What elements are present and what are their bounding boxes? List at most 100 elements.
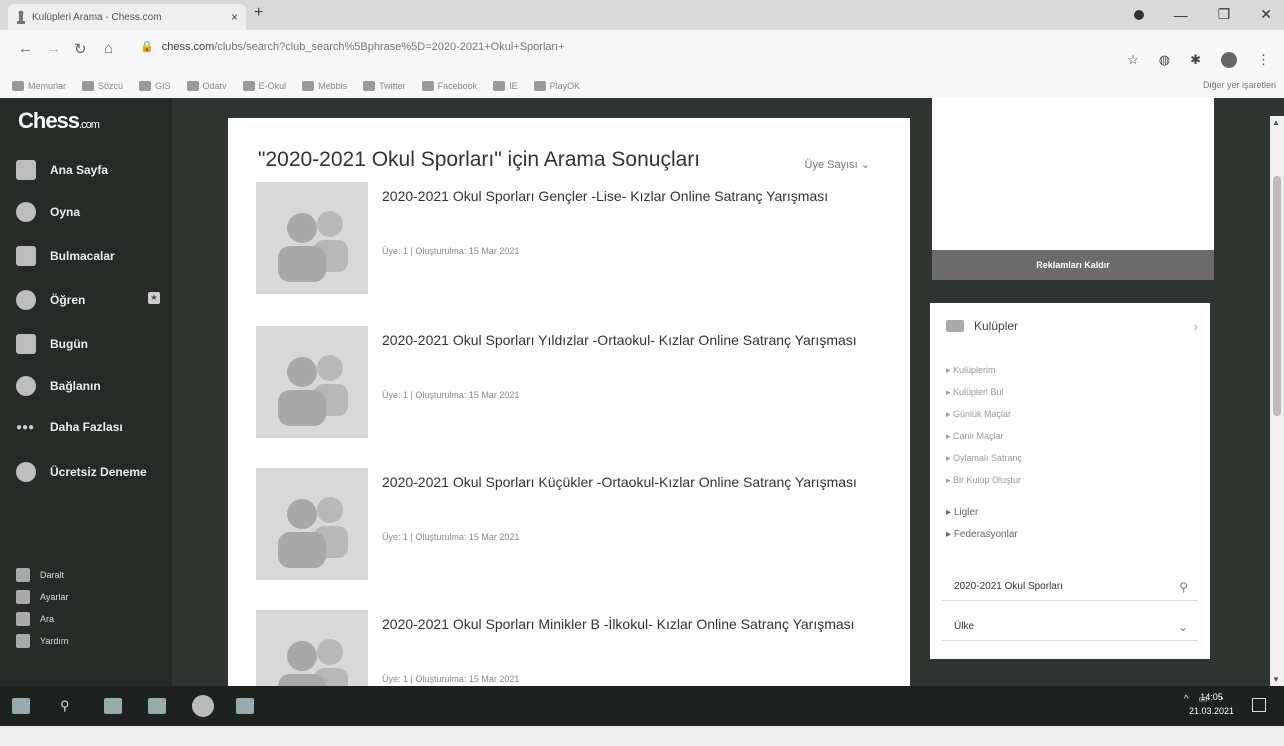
sidebar-item-learn[interactable]: Öğren <box>16 290 85 310</box>
close-window-icon[interactable]: ✕ <box>1260 6 1272 23</box>
bookmark-item[interactable]: Memurlar <box>12 81 66 91</box>
facebook-icon <box>421 81 434 91</box>
word-icon[interactable] <box>236 698 254 714</box>
page-scrollbar[interactable]: ▲ ▼ <box>1270 116 1284 686</box>
puzzle-icon[interactable]: ✱ <box>1190 52 1201 68</box>
sidebar-item-play[interactable]: Oyna <box>16 202 80 222</box>
windows-taskbar: ⚲ ^ ▭ ◔ 14:05 21.03.2021 <box>0 686 1284 726</box>
bookmark-icon <box>242 81 255 91</box>
settings-button[interactable]: Ayarlar <box>16 590 68 604</box>
search-icon[interactable]: ⚲ <box>60 698 78 714</box>
sidebar-item-more[interactable]: ●●● Daha Fazlası <box>16 420 123 434</box>
clubs-link[interactable]: ▸ Oylamalı Satranç <box>946 453 1022 464</box>
bookmark-icon <box>493 81 506 91</box>
sidebar-item-free-trial[interactable]: Ücretsiz Deneme <box>16 462 147 482</box>
bookmark-item[interactable]: Mebbis <box>302 81 347 91</box>
clubs-link[interactable]: ▸ Kulüpleri Bul <box>946 387 1004 398</box>
clubs-link[interactable]: ▸ Canlı Maçlar <box>946 431 1004 442</box>
task-view-icon[interactable] <box>104 698 122 714</box>
users-icon <box>946 320 964 332</box>
play-icon <box>16 202 36 222</box>
bookmark-item[interactable]: Sözcü <box>82 81 123 91</box>
page-title: "2020-2021 Okul Sporları" için Arama Son… <box>258 148 701 171</box>
chevron-up-icon[interactable]: ^ <box>1184 694 1189 705</box>
other-bookmarks[interactable]: Diğer yer işaretleri <box>1203 80 1276 90</box>
address-bar[interactable]: 🔒 chess.com/clubs/search?club_search%5Bp… <box>140 40 565 54</box>
club-title-link[interactable]: 2020-2021 Okul Sporları Yıldızlar -Ortao… <box>382 330 862 350</box>
help-button[interactable]: Yardım <box>16 634 68 648</box>
star-icon[interactable]: ☆ <box>1127 52 1139 68</box>
club-result[interactable]: 2020-2021 Okul Sporları Küçükler -Ortaok… <box>256 468 876 584</box>
sidebar-item-home[interactable]: Ana Sayfa <box>16 160 108 180</box>
restore-icon[interactable]: ❐ <box>1218 6 1231 23</box>
new-tab-button[interactable]: + <box>254 4 263 22</box>
web-page: Chess.com Ana Sayfa Oyna Bulmacalar Öğre… <box>0 98 1284 722</box>
bookmark-item[interactable]: E-Okul <box>242 81 286 91</box>
scroll-up-icon[interactable]: ▲ <box>1272 118 1280 127</box>
club-search-input[interactable]: 2020-2021 Okul Sporları ⚲ <box>942 573 1198 601</box>
club-title-link[interactable]: 2020-2021 Okul Sporları Küçükler -Ortaok… <box>382 472 862 492</box>
windows-start-icon[interactable] <box>12 698 30 714</box>
sidebar-item-connect[interactable]: Bağlanın <box>16 376 101 396</box>
clubs-link[interactable]: ▸ Günlük Maçlar <box>946 409 1011 420</box>
clubs-link[interactable]: ▸ Kulüplerim <box>946 365 996 376</box>
sort-dropdown[interactable]: Üye Sayısı ⌄ <box>805 158 870 171</box>
sidebar-item-puzzles[interactable]: Bulmacalar <box>16 246 115 266</box>
taskbar-clock[interactable]: 14:05 21.03.2021 <box>1189 690 1234 718</box>
sidebar-item-today[interactable]: Bugün <box>16 334 88 354</box>
leagues-link[interactable]: ▸ Ligler <box>946 507 978 518</box>
scroll-thumb[interactable] <box>1273 176 1281 416</box>
minimize-icon[interactable]: — <box>1174 7 1188 23</box>
learn-icon <box>16 290 36 310</box>
bookmark-item[interactable]: Odatv <box>186 81 227 91</box>
profile-avatar-icon[interactable] <box>1221 52 1237 68</box>
club-avatar-icon[interactable] <box>256 182 368 294</box>
notification-icon[interactable] <box>1252 698 1266 712</box>
federations-link[interactable]: ▸ Federasyonlar <box>946 529 1018 540</box>
back-icon[interactable]: ← <box>18 40 33 57</box>
bookmark-item[interactable]: Twitter <box>363 81 406 91</box>
bookmark-item[interactable]: Facebook <box>421 81 477 91</box>
bookmark-icon <box>139 81 152 91</box>
bookmark-item[interactable]: IE <box>493 81 518 91</box>
search-icon[interactable]: ⚲ <box>1179 573 1188 601</box>
club-meta: Üye: 1 | Oluşturulma: 15 Mar 2021 <box>382 674 520 684</box>
clubs-header[interactable]: Kulüpler <box>946 319 1018 333</box>
collapse-button[interactable]: Daralt <box>16 568 64 582</box>
record-icon[interactable] <box>1133 9 1144 20</box>
ad-slot <box>932 98 1214 250</box>
close-tab-icon[interactable]: × <box>231 10 238 24</box>
clubs-link[interactable]: ▸ Bir Kulüp Oluştur <box>946 475 1021 486</box>
bookmark-icon <box>186 81 199 91</box>
search-button[interactable]: Ara <box>16 612 54 626</box>
club-result[interactable]: 2020-2021 Okul Sporları Yıldızlar -Ortao… <box>256 326 876 442</box>
club-title-link[interactable]: 2020-2021 Okul Sporları Gençler -Lise- K… <box>382 186 862 206</box>
browser-icon[interactable] <box>192 695 214 717</box>
extension-icon[interactable]: ◍ <box>1159 52 1170 68</box>
club-avatar-icon[interactable] <box>256 468 368 580</box>
country-select[interactable]: Ülke ⌄ <box>942 613 1198 641</box>
chevron-right-icon[interactable]: › <box>1194 319 1198 334</box>
tab-title: Kulüpleri Arama - Chess.com <box>32 11 162 23</box>
scroll-down-icon[interactable]: ▼ <box>1272 675 1280 684</box>
site-logo[interactable]: Chess.com <box>18 108 100 134</box>
club-title-link[interactable]: 2020-2021 Okul Sporları Minikler B -İlko… <box>382 614 862 634</box>
screen: Kulüpleri Arama - Chess.com × + — ❐ ✕ ← … <box>0 0 1284 746</box>
reload-icon[interactable]: ↻ <box>74 40 87 58</box>
home-icon[interactable]: ⌂ <box>104 40 113 57</box>
bookmark-icon <box>12 81 24 91</box>
file-explorer-icon[interactable] <box>148 698 166 714</box>
menu-icon[interactable]: ⋮ <box>1257 52 1270 68</box>
forward-icon[interactable]: → <box>46 40 61 57</box>
search-icon <box>16 612 30 626</box>
remove-ads-button[interactable]: Reklamları Kaldır <box>932 250 1214 280</box>
club-result[interactable]: 2020-2021 Okul Sporları Gençler -Lise- K… <box>256 182 876 298</box>
club-avatar-icon[interactable] <box>256 326 368 438</box>
url-host: chess.com <box>161 40 215 53</box>
more-dots-icon: ●●● <box>16 421 35 433</box>
browser-tab[interactable]: Kulüpleri Arama - Chess.com × <box>8 4 246 30</box>
bookmark-item[interactable]: PlayOK <box>533 81 580 91</box>
bookmark-item[interactable]: GIS <box>139 81 171 91</box>
search-results-panel: "2020-2021 Okul Sporları" için Arama Son… <box>228 118 910 722</box>
site-sidebar: Chess.com Ana Sayfa Oyna Bulmacalar Öğre… <box>0 98 172 686</box>
